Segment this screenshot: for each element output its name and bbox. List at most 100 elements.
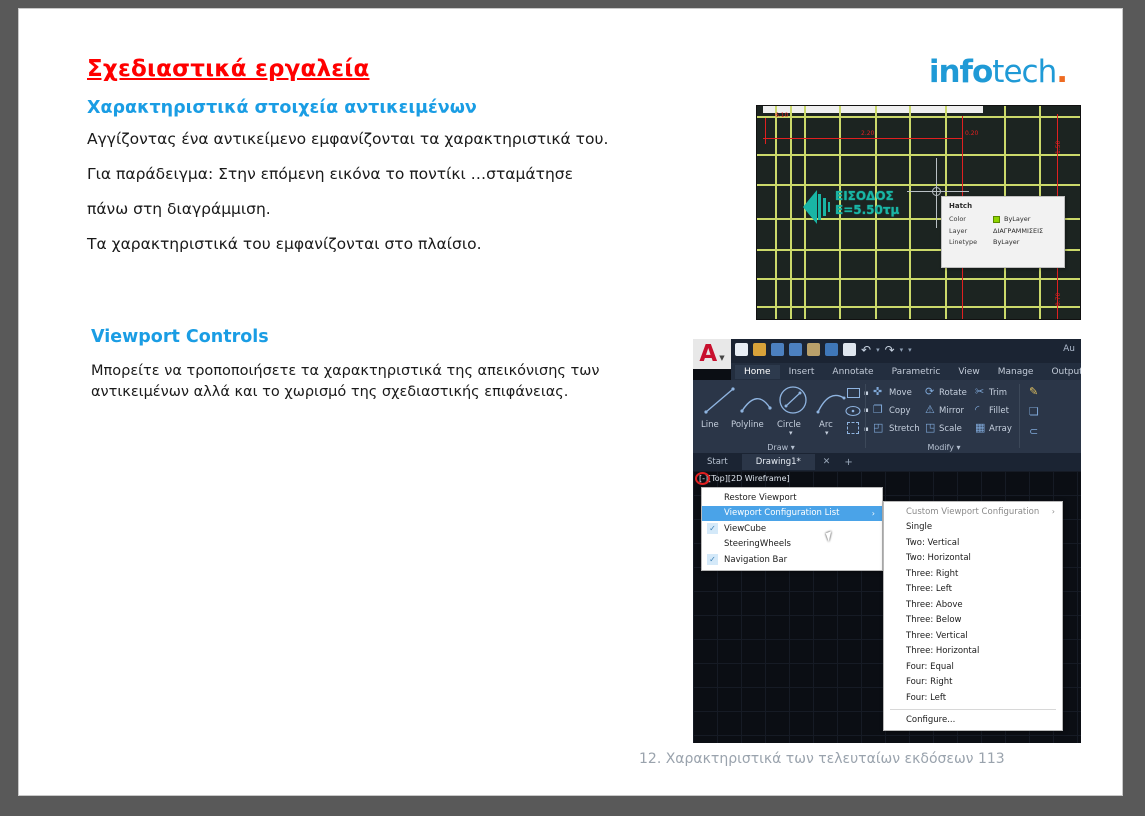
submenu-item-three-left[interactable]: Three: Left: [884, 582, 1062, 598]
quick-access-toolbar[interactable]: ↶ ▾ ↷ ▾ ▾: [735, 343, 912, 356]
chevron-right-icon: ›: [871, 508, 875, 518]
menu-item-viewport-configuration-list[interactable]: Viewport Configuration List ›: [702, 505, 882, 542]
polyline-tool-label[interactable]: Polyline: [731, 420, 764, 430]
stretch-tool-icon[interactable]: ◰: [873, 422, 883, 433]
submenu-item-three-vertical[interactable]: Three: Vertical: [884, 628, 1062, 644]
chevron-right-icon: ›: [1051, 507, 1055, 517]
submenu-item-two-vertical[interactable]: Two: Vertical: [884, 535, 1062, 551]
drawing-canvas[interactable]: [-][Top][2D Wireframe] Restore Viewport …: [693, 471, 1081, 743]
ribbon-tab-insert[interactable]: Insert: [780, 365, 824, 379]
cad-entrance-label: ΕΙΣΟΔΟΣ E=5.50τμ: [835, 189, 899, 218]
move-tool-icon[interactable]: ✜: [873, 386, 882, 397]
undo-icon[interactable]: ↶: [861, 344, 871, 356]
polyline-tool-icon[interactable]: [739, 386, 773, 416]
submenu-item-four-right[interactable]: Four: Right: [884, 675, 1062, 691]
ribbon-panel-draw-label[interactable]: Draw ▾: [697, 443, 865, 452]
document-tab-drawing1[interactable]: Drawing1*: [741, 454, 815, 470]
mirror-tool-icon[interactable]: ⚠: [925, 404, 935, 415]
open-file-icon[interactable]: [753, 343, 766, 356]
line-tool-label[interactable]: Line: [701, 420, 719, 430]
ribbon-panels: ▪ ▪ ▪ Line Polyline Circle Arc ▾ ▾ Draw …: [693, 380, 1081, 453]
match-properties-icon[interactable]: ✎: [1029, 386, 1038, 397]
submenu-item-single[interactable]: Single: [884, 520, 1062, 536]
save-icon[interactable]: [771, 343, 784, 356]
submenu-item-configure[interactable]: Configure...: [884, 713, 1062, 729]
hatch-tool-icon[interactable]: [847, 422, 859, 434]
menu-item-restore-viewport[interactable]: Restore Viewport: [702, 490, 882, 506]
rotate-tool-label[interactable]: Rotate: [939, 388, 967, 398]
copy-tool-label[interactable]: Copy: [889, 406, 911, 416]
move-tool-label[interactable]: Move: [889, 388, 912, 398]
fillet-tool-icon[interactable]: ◜: [975, 404, 979, 415]
circle-tool-icon[interactable]: [777, 384, 809, 416]
circle-dropdown-icon[interactable]: ▾: [789, 429, 793, 437]
line-tool-icon[interactable]: [703, 386, 737, 416]
export-icon[interactable]: [807, 343, 820, 356]
ribbon-tab-annotate[interactable]: Annotate: [823, 365, 882, 379]
ribbon-tab-parametric[interactable]: Parametric: [883, 365, 950, 379]
new-file-icon[interactable]: [735, 343, 748, 356]
trim-tool-icon[interactable]: ✂: [975, 386, 984, 397]
scale-tool-label[interactable]: Scale: [939, 424, 962, 434]
arc-dropdown-icon[interactable]: ▾: [825, 429, 829, 437]
copy-tool-icon[interactable]: ❐: [873, 404, 883, 415]
submenu-item-three-horizontal[interactable]: Three: Horizontal: [884, 644, 1062, 660]
submenu-item-four-left[interactable]: Four: Left: [884, 690, 1062, 706]
body-paragraph-line-1: Αγγίζοντας ένα αντικείμενο εμφανίζονται …: [87, 130, 609, 148]
cad-dimension-text: 2.20: [861, 130, 875, 137]
close-icon[interactable]: ✕: [815, 457, 839, 467]
qat-customize-icon[interactable]: ▾: [908, 346, 912, 354]
submenu-item-two-horizontal[interactable]: Two: Horizontal: [884, 551, 1062, 567]
menu-item-navigation-bar[interactable]: ✓ Navigation Bar: [702, 552, 882, 568]
viewport-configuration-submenu[interactable]: Custom Viewport Configuration › Single T…: [883, 501, 1063, 731]
autocad-logo-icon: A: [699, 340, 718, 367]
cad-dimension-text: 0.70: [1055, 292, 1062, 306]
submenu-item-four-equal[interactable]: Four: Equal: [884, 659, 1062, 675]
scale-tool-icon[interactable]: ◳: [925, 422, 935, 433]
publish-icon[interactable]: [825, 343, 838, 356]
menu-item-steeringwheels[interactable]: SteeringWheels: [702, 537, 882, 553]
mirror-tool-label[interactable]: Mirror: [939, 406, 964, 416]
save-as-icon[interactable]: [789, 343, 802, 356]
ribbon-tab-bar[interactable]: Home Insert Annotate Parametric View Man…: [731, 363, 1081, 380]
add-tab-icon[interactable]: +: [838, 457, 858, 468]
rotate-tool-icon[interactable]: ⟳: [925, 386, 934, 397]
array-tool-label[interactable]: Array: [989, 424, 1012, 434]
logo-text-tech: tech: [992, 54, 1057, 90]
ribbon-tab-manage[interactable]: Manage: [989, 365, 1043, 379]
document-tab-bar[interactable]: Start Drawing1* ✕ +: [693, 453, 1081, 471]
submenu-item-three-above[interactable]: Three: Above: [884, 597, 1062, 613]
ribbon-panel-modify-label[interactable]: Modify ▾: [869, 443, 1019, 452]
submenu-item-three-right[interactable]: Three: Right: [884, 566, 1062, 582]
cad-grid-line: [757, 278, 1080, 280]
submenu-header-custom-viewport-configuration[interactable]: Custom Viewport Configuration ›: [884, 504, 1062, 520]
print-icon[interactable]: [843, 343, 856, 356]
viewport-context-menu[interactable]: Restore Viewport Viewport Configuration …: [701, 487, 883, 571]
cad-dimension-text: 6.10: [775, 112, 789, 119]
cad-entrance-arrow-icon: [803, 190, 830, 224]
tooltip-key-layer: Layer: [949, 226, 968, 235]
document-tab-start[interactable]: Start: [693, 454, 742, 470]
copy-object-icon[interactable]: ❏: [1029, 406, 1039, 417]
ribbon-tab-home[interactable]: Home: [735, 364, 780, 379]
viewport-controls-label[interactable]: [-][Top][2D Wireframe]: [699, 474, 790, 483]
menu-item-viewcube[interactable]: ✓ ViewCube: [702, 521, 882, 537]
undo-dropdown-icon[interactable]: ▾: [876, 346, 880, 354]
logo-text-info: info: [928, 54, 993, 90]
extend-tool-icon[interactable]: ⊂: [1029, 426, 1038, 437]
autocad-app-button[interactable]: A ▼: [693, 339, 731, 369]
stretch-tool-label[interactable]: Stretch: [889, 424, 920, 434]
submenu-header-label: Custom Viewport Configuration: [906, 506, 1040, 517]
redo-dropdown-icon[interactable]: ▾: [900, 346, 904, 354]
fillet-tool-label[interactable]: Fillet: [989, 406, 1009, 416]
array-tool-icon[interactable]: ▦: [975, 422, 985, 433]
redo-icon[interactable]: ↷: [885, 344, 895, 356]
arc-tool-icon[interactable]: [815, 386, 847, 416]
tooltip-key-color: Color: [949, 215, 966, 223]
ellipse-tool-icon[interactable]: [845, 404, 861, 418]
ribbon-tab-view[interactable]: View: [949, 365, 988, 379]
submenu-item-three-below[interactable]: Three: Below: [884, 613, 1062, 629]
ribbon-tab-output[interactable]: Output: [1042, 365, 1081, 379]
rectangle-tool-icon[interactable]: [847, 388, 860, 398]
trim-tool-label[interactable]: Trim: [989, 388, 1007, 398]
